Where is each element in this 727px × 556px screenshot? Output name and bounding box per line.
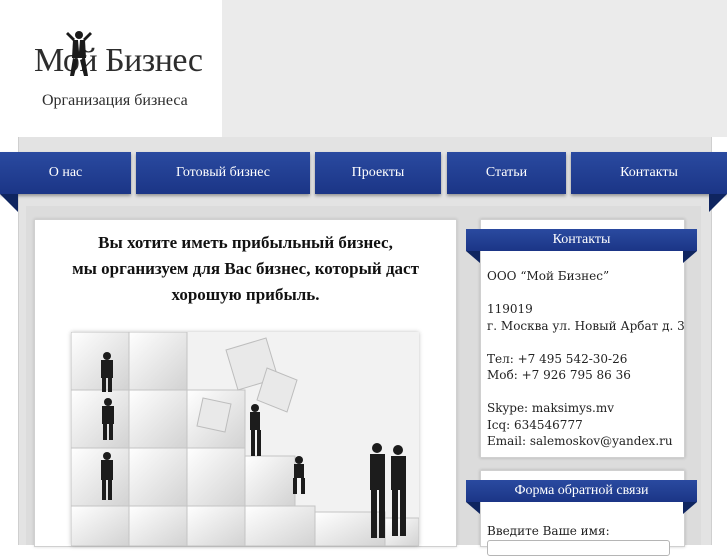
name-field-label: Введите Ваше имя: — [487, 524, 610, 538]
contacts-panel-title: Контакты — [466, 229, 697, 251]
feedback-panel-title: Форма обратной связи — [466, 480, 697, 502]
postal-code: 119019 — [487, 302, 533, 316]
logo-subtitle: Организация бизнеса — [42, 92, 188, 109]
logo-title: Мой Бизнес — [34, 42, 203, 79]
headline-line-3: хорошую прибыль. — [171, 285, 320, 304]
name-input[interactable] — [487, 540, 670, 556]
nav-item-ready-business[interactable]: Готовый бизнес — [136, 152, 310, 194]
nav-item-projects[interactable]: Проекты — [315, 152, 441, 194]
headline-line-2: мы организуем для Вас бизнес, который да… — [72, 259, 419, 278]
icq: Icq: 634546777 — [487, 417, 583, 432]
nav-item-contacts[interactable]: Контакты — [571, 152, 727, 194]
puzzle-illustration — [71, 332, 419, 546]
nav-fold-right — [709, 194, 727, 212]
company-name: ООО “Мой Бизнес” — [487, 269, 610, 283]
nav-fold-left — [0, 194, 18, 212]
ribbon-fold-left — [466, 251, 480, 263]
contacts-details: ООО “Мой Бизнес” 119019 г. Москва ул. Но… — [487, 268, 685, 450]
businessman-logo-icon — [66, 31, 92, 76]
headline-line-1: Вы хотите иметь прибыльный бизнес, — [98, 233, 393, 252]
main-navigation: О нас Готовый бизнес Проекты Статьи Конт… — [0, 152, 727, 194]
site-logo[interactable]: Мой Бизнес Организация бизнеса — [30, 28, 220, 118]
email[interactable]: Email: salemoskov@yandex.ru — [487, 433, 685, 450]
page-headline: Вы хотите иметь прибыльный бизнес, мы ор… — [35, 230, 456, 308]
ribbon-fold-left — [466, 502, 480, 514]
ribbon-fold-right — [683, 251, 697, 263]
ribbon-fold-right — [683, 502, 697, 514]
mobile-phone[interactable]: Моб: +7 926 795 86 36 — [487, 367, 685, 384]
puzzle-image — [71, 332, 419, 546]
nav-item-about[interactable]: О нас — [0, 152, 131, 194]
main-content: Вы хотите иметь прибыльный бизнес, мы ор… — [34, 219, 457, 547]
nav-item-articles[interactable]: Статьи — [447, 152, 566, 194]
skype[interactable]: Skype: maksimys.mv — [487, 400, 685, 417]
phone[interactable]: Тел: +7 495 542-30-26 — [487, 351, 685, 368]
header-band — [222, 0, 727, 137]
address: г. Москва ул. Новый Арбат д. 3 — [487, 318, 685, 333]
